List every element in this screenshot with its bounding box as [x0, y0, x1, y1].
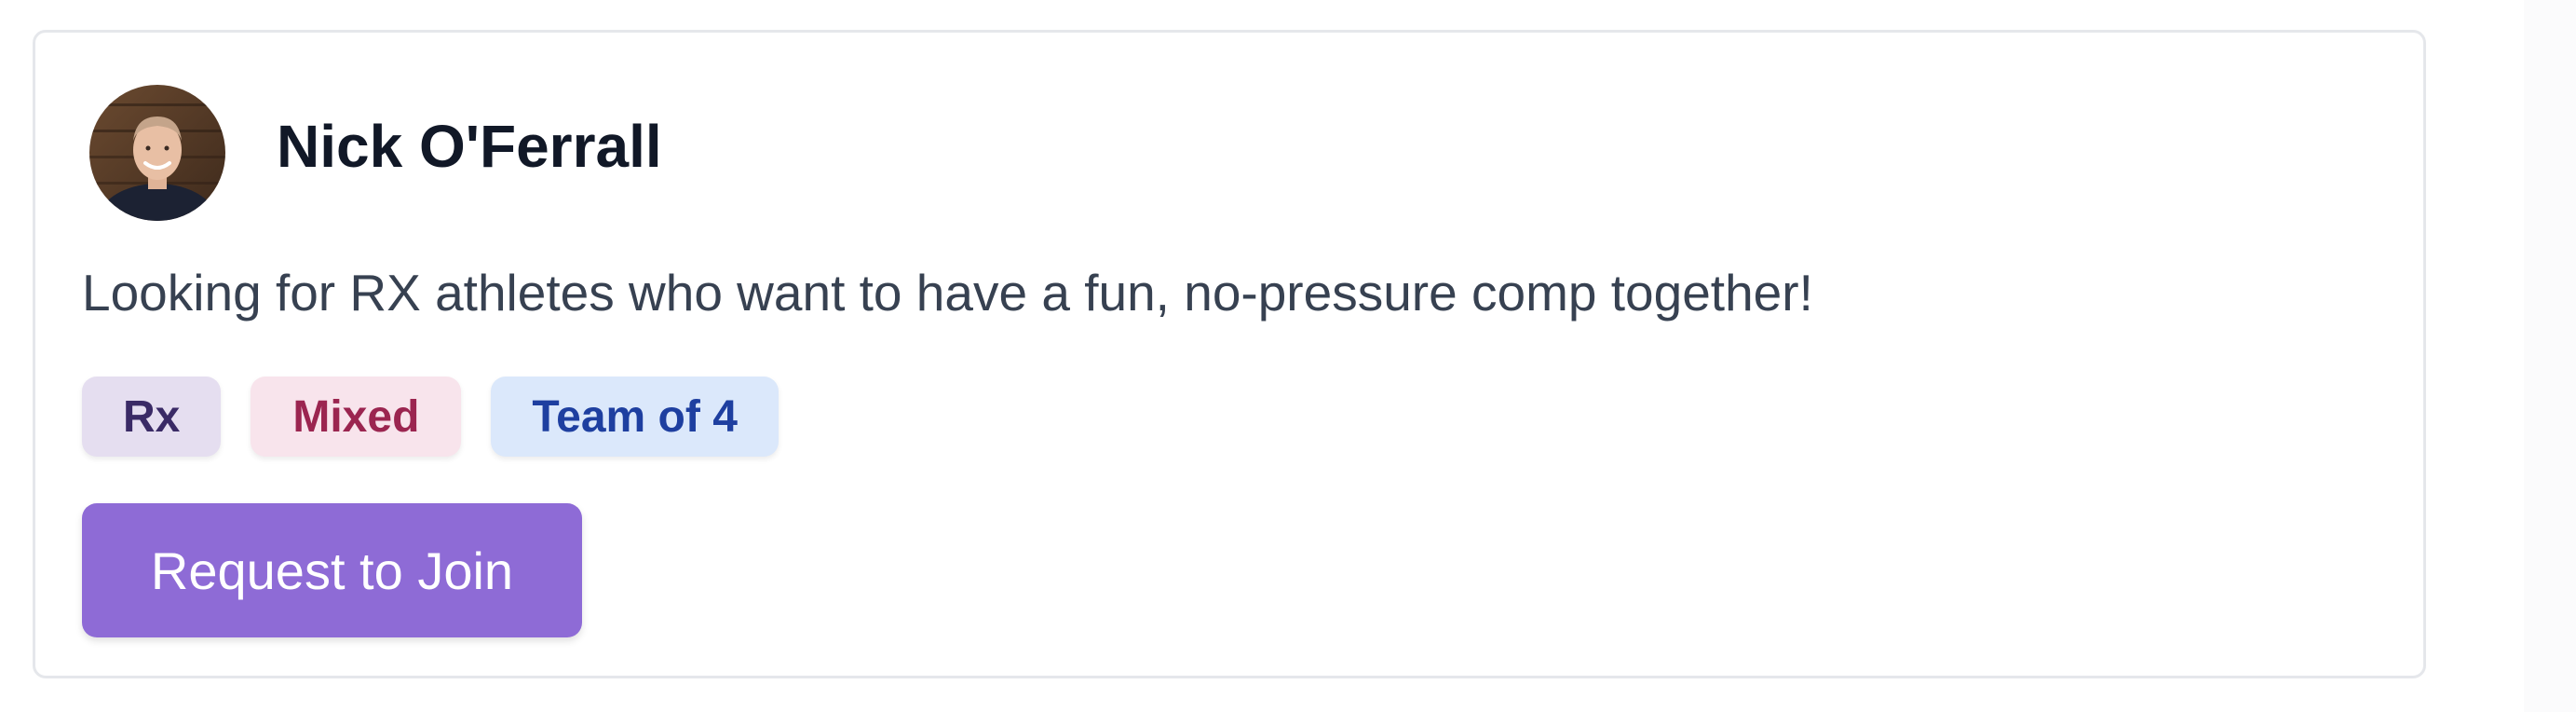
tag-rx: Rx [82, 377, 222, 457]
post-description: Looking for RX athletes who want to have… [82, 264, 1813, 322]
tag-list: Rx Mixed Team of 4 [82, 377, 779, 457]
tag-mixed: Mixed [251, 377, 462, 457]
page-edge [2524, 0, 2576, 712]
team-request-card: Nick O'Ferrall Looking for RX athletes w… [33, 30, 2426, 678]
request-to-join-button[interactable]: Request to Join [82, 503, 582, 637]
avatar-photo [89, 85, 225, 221]
tag-team-size: Team of 4 [491, 377, 779, 457]
avatar [89, 85, 225, 221]
user-name: Nick O'Ferrall [277, 113, 662, 180]
